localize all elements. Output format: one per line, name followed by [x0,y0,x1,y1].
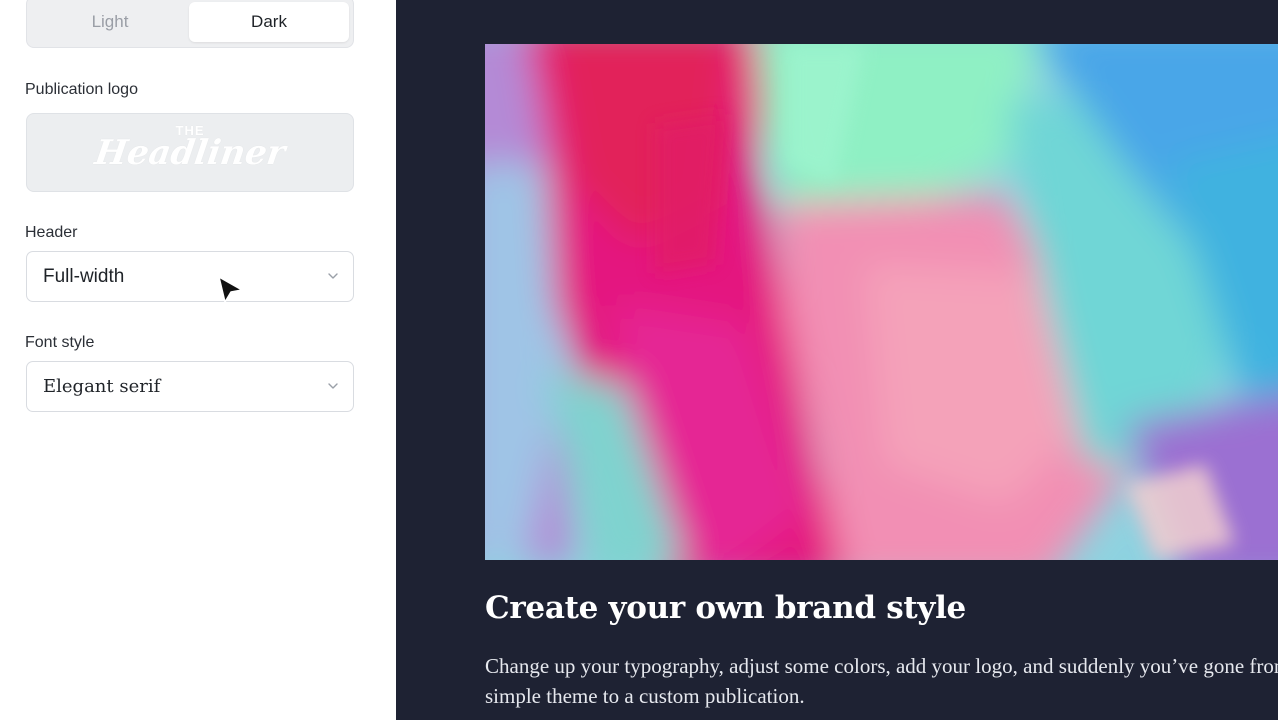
header-select[interactable]: Full-width [26,251,354,302]
font-style-select-value: Elegant serif [43,376,161,397]
logo-text-main: Headliner [92,133,288,173]
font-style-select[interactable]: Elegant serif [26,361,354,412]
design-settings-sidebar: Light Dark Publication logo THE Headline… [0,0,396,720]
theme-option-dark[interactable]: Dark [189,2,349,42]
theme-option-light[interactable]: Light [31,2,189,42]
post-body: Change up your typography, adjust some c… [485,654,1278,708]
chevron-down-icon [328,273,338,279]
app-root: Light Dark Publication logo THE Headline… [0,0,1278,720]
header-select-value: Full-width [43,266,125,287]
theme-preview: Create your own brand style Change up yo… [396,0,1278,720]
post-title: Create your own brand style [485,590,966,626]
publication-logo-label: Publication logo [25,81,138,98]
chevron-down-icon [328,383,338,389]
font-style-label: Font style [25,334,95,351]
theme-toggle: Light Dark [26,0,354,48]
header-label: Header [25,224,78,241]
mouse-cursor-icon [218,276,243,303]
publication-logo-upload[interactable]: THE Headliner [26,113,354,192]
hero-image [485,44,1278,560]
publication-logo-image: THE Headliner [27,124,353,174]
